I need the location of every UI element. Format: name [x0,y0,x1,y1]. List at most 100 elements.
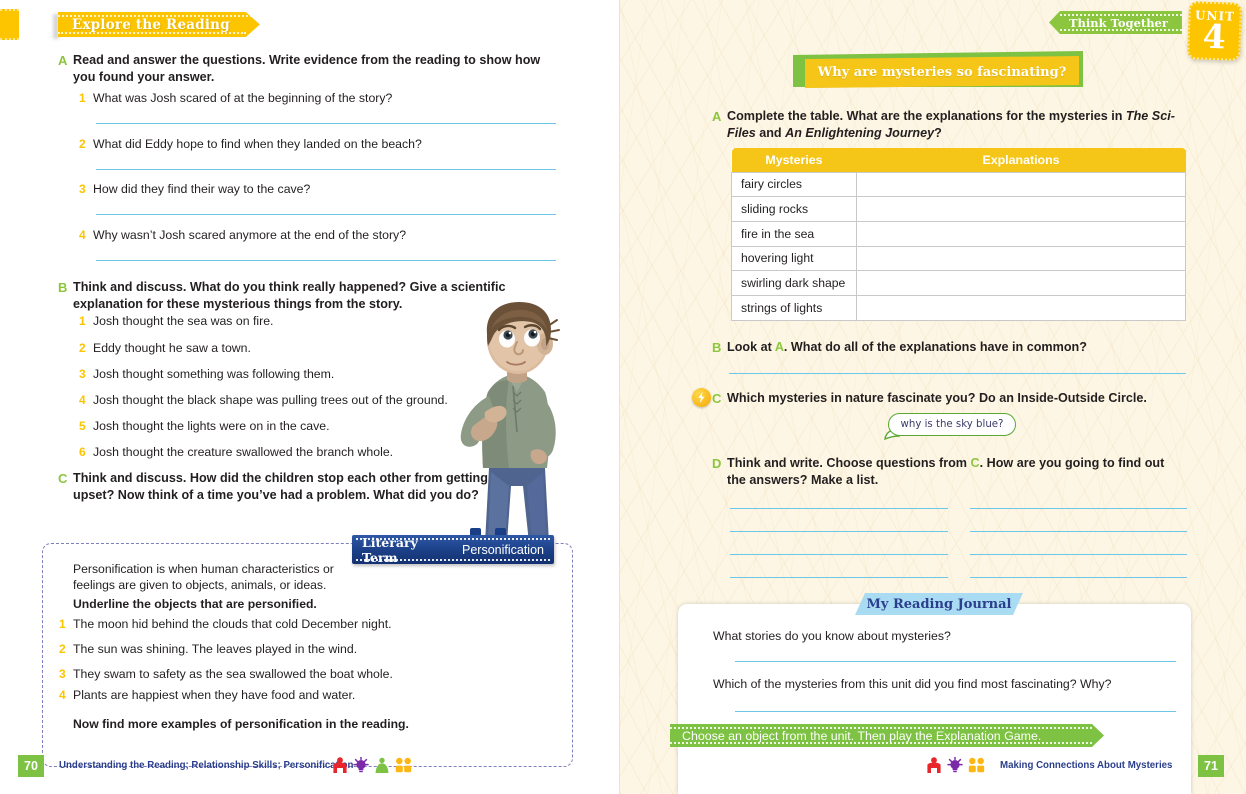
answer-line[interactable] [970,508,1187,509]
left-page: Explore the Reading A Read and answer th… [0,0,620,794]
person-red-icon [333,757,347,773]
answer-line[interactable] [735,711,1176,712]
table-cell-explanation[interactable] [856,270,1186,296]
item-number: 4 [79,393,86,407]
literary-term-closing: Now find more examples of personificatio… [73,717,409,731]
literary-term-tab: Literary Term Personification [352,534,554,565]
answer-line[interactable] [730,577,948,578]
answer-line[interactable] [970,554,1187,555]
table-header-row: Mysteries Explanations [731,148,1186,172]
page-number-right: 71 [1198,755,1224,777]
right-section-b: B Look at A. What do all of the explanat… [712,339,1192,356]
instr-part-3: ? [934,125,942,140]
explanation-game-strip: Choose an object from the unit. Then pla… [670,724,1104,747]
table-cell-mystery: fire in the sea [731,220,857,247]
table-header-mysteries: Mysteries [731,148,857,172]
table-header-explanations: Explanations [856,148,1186,172]
footer-icon-row-left [332,757,412,774]
journal-question: What stories do you know about mysteries… [713,629,951,643]
section-c-instruction: Think and discuss. How did the children … [73,471,488,502]
footer-text-left: Understanding the Reading; Relationship … [59,760,354,771]
item-number: 1 [59,617,66,631]
answer-line[interactable] [96,214,556,215]
answer-line[interactable] [970,531,1187,532]
literary-term-definition: Personification is when human characteri… [73,562,334,593]
question-item: 3 How did they find their way to the cav… [79,182,559,198]
reading-journal-tab: My Reading Journal [855,593,1023,615]
unit-badge: UNIT 4 [1187,1,1242,61]
table-cell-explanation[interactable] [856,245,1186,272]
literary-term-title: Literary Term [362,534,418,565]
table-cell-mystery: hovering light [731,245,857,272]
question-item: 1 What was Josh scared of at the beginni… [79,91,559,107]
answer-line[interactable] [96,260,556,261]
answer-line[interactable] [970,577,1187,578]
instr-italic-2: An Enlightening Journey [785,125,935,140]
why-mysteries-label: Why are mysteries so fascinating? [817,64,1067,80]
question-number: 4 [79,228,86,242]
page-edge-tab [0,9,19,40]
question-number: 3 [79,182,86,196]
person-green-icon [375,757,389,773]
question-item: 4 Why wasn’t Josh scared anymore at the … [79,228,559,244]
sec-b-text-before: Look at [727,340,775,354]
table-cell-explanation[interactable] [856,196,1186,222]
item-text: They swam to safety as the sea swallowed… [73,667,393,681]
answer-line[interactable] [96,123,556,124]
answer-line[interactable] [730,531,948,532]
item-number: 1 [79,314,86,328]
list-item: 2 Eddy thought he saw a town. [79,341,479,357]
item-number: 5 [79,419,86,433]
instr-part-2: and [755,125,786,140]
section-b-letter: B [58,280,68,295]
item-number: 2 [59,642,66,656]
right-section-d-instruction: Think and write. Choose questions from C… [727,455,1177,488]
section-a-instruction: Read and answer the questions. Write evi… [73,53,541,84]
sec-d-ref: C [970,456,980,470]
answer-line[interactable] [96,169,556,170]
table-cell-explanation[interactable] [856,171,1186,198]
table-cell-explanation[interactable] [856,294,1186,321]
answer-line[interactable] [735,661,1176,662]
explore-the-reading-banner: Explore the Reading [58,12,260,37]
item-text: Josh thought something was following the… [93,367,335,381]
literary-term-word: Personification [462,542,544,557]
item-text: Plants are happiest when they have food … [73,688,356,702]
list-item: 1 The moon hid behind the clouds that co… [59,617,489,633]
list-item: 4 Plants are happiest when they have foo… [59,688,489,704]
answer-line[interactable] [730,508,948,509]
question-text: What did Eddy hope to find when they lan… [93,137,422,151]
answer-line[interactable] [730,554,948,555]
right-section-c-letter: C [712,391,722,406]
item-text: Josh thought the lights were on in the c… [93,419,330,433]
answer-line[interactable] [729,373,1186,374]
lightning-badge-icon [692,388,711,407]
think-together-label: Think Together [1069,15,1168,30]
literary-term-task: Underline the objects that are personifi… [73,597,317,611]
footer-icon-row-right [926,757,985,774]
list-item: 1 Josh thought the sea was on fire. [79,314,479,330]
table-row: sliding rocks [731,196,1186,222]
item-text: Josh thought the creature swallowed the … [93,445,394,459]
question-number: 1 [79,91,86,105]
person-red-icon [927,757,941,773]
table-cell-explanation[interactable] [856,220,1186,247]
question-text: How did they find their way to the cave? [93,182,311,196]
right-section-b-letter: B [712,340,722,355]
binoculars-orange-icon [968,757,985,773]
question-text: Why wasn’t Josh scared anymore at the en… [93,228,407,242]
table-row: fairy circles [731,171,1186,198]
right-section-a-instruction: Complete the table. What are the explana… [727,108,1197,141]
instr-part-1: Complete the table. What are the explana… [727,109,1126,123]
list-item: 5 Josh thought the lights were on in the… [79,419,479,435]
list-item: 3 Josh thought something was following t… [79,367,479,383]
reading-journal-title: My Reading Journal [866,596,1012,612]
unit-number: 4 [1202,16,1227,57]
page-number-left: 70 [18,755,44,777]
table-row: fire in the sea [731,220,1186,247]
list-item: 2 The sun was shining. The leaves played… [59,642,489,658]
sec-b-ref: A [774,340,784,354]
section-a: A Read and answer the questions. Write e… [58,52,558,85]
table-row: strings of lights [731,294,1186,321]
right-section-d: D Think and write. Choose questions from… [712,455,1177,488]
